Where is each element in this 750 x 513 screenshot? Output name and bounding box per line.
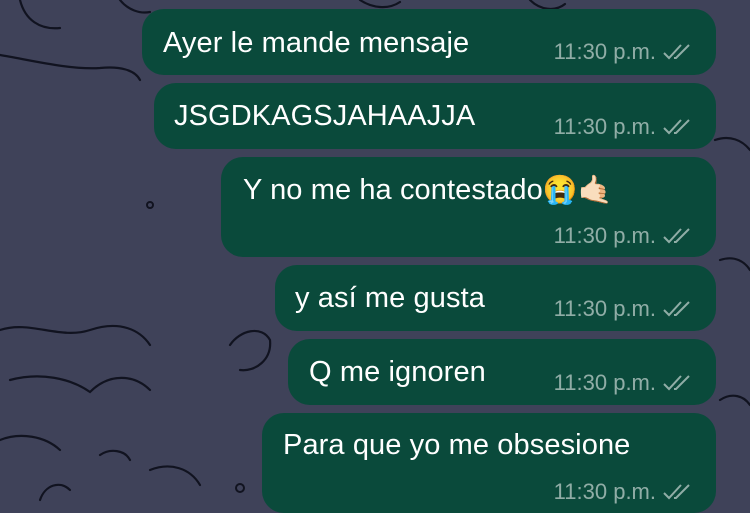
message-meta: 11:30 p.m. — [554, 114, 694, 140]
message-bubble[interactable]: Para que yo me obsesione 11:30 p.m. — [262, 413, 716, 513]
message-text: Q me ignoren — [309, 356, 486, 388]
message-time: 11:30 p.m. — [553, 296, 656, 321]
message-time: 11:30 p.m. — [553, 370, 656, 395]
message-meta: 11:30 p.m. — [554, 39, 694, 65]
double-check-read-icon — [663, 301, 690, 317]
message-time: 11:30 p.m. — [553, 479, 656, 504]
message-text: y así me gusta — [295, 282, 485, 314]
message-bubble[interactable]: JSGDKAGSJAHAAJJA 11:30 p.m. — [154, 83, 716, 149]
message-time: 11:30 p.m. — [553, 39, 656, 64]
message-meta: 11:30 p.m. — [554, 296, 694, 322]
message-text-content: Y no me ha contestado — [243, 174, 543, 206]
double-check-read-icon — [663, 119, 690, 135]
message-meta: 11:30 p.m. — [554, 223, 694, 249]
message-time: 11:30 p.m. — [553, 114, 656, 139]
double-check-read-icon — [663, 228, 690, 244]
message-time: 11:30 p.m. — [553, 223, 656, 248]
message-text: JSGDKAGSJAHAAJJA — [174, 100, 476, 132]
message-bubble[interactable]: Ayer le mande mensaje 11:30 p.m. — [142, 9, 716, 75]
message-meta: 11:30 p.m. — [554, 479, 694, 505]
message-text: Ayer le mande mensaje — [163, 27, 470, 59]
message-text: Y no me ha contestado😭🤙🏻 — [243, 173, 613, 207]
message-text: Para que yo me obsesione — [283, 429, 631, 461]
message-bubble[interactable]: Q me ignoren 11:30 p.m. — [288, 339, 716, 405]
double-check-read-icon — [663, 484, 690, 500]
crying-and-call-me-emoji: 😭🤙🏻 — [542, 174, 613, 205]
double-check-read-icon — [663, 375, 690, 391]
message-bubble[interactable]: y así me gusta 11:30 p.m. — [275, 265, 716, 331]
double-check-read-icon — [663, 44, 690, 60]
message-meta: 11:30 p.m. — [554, 370, 694, 396]
message-bubble[interactable]: Y no me ha contestado😭🤙🏻 11:30 p.m. — [221, 157, 716, 257]
